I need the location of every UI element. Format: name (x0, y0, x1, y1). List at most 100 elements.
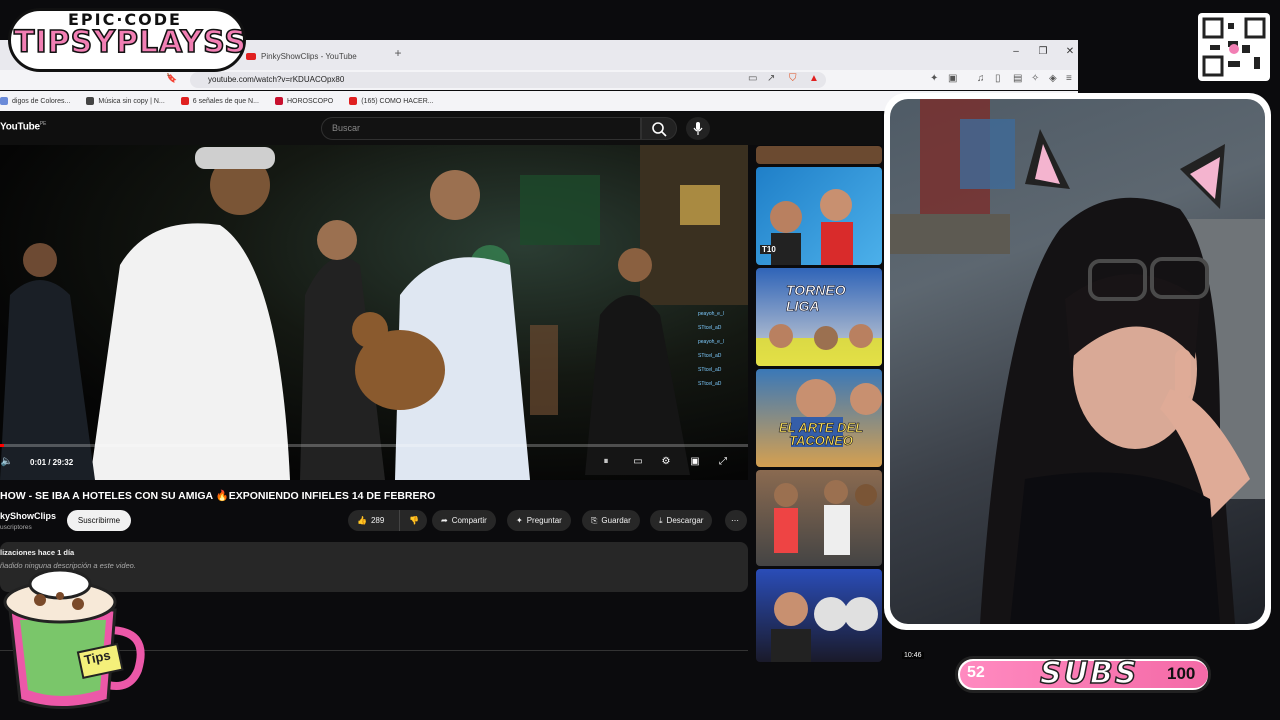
chat-username: peayoh_e_l (698, 339, 724, 345)
sidebar-icon[interactable]: ▯ (995, 73, 1001, 84)
download-label: Descargar (666, 516, 704, 525)
voice-search-button[interactable] (686, 117, 710, 140)
video-title: HOW - SE IBA A HOTELES CON SU AMIGA 🔥EXP… (0, 490, 436, 502)
video-time: 0:01 / 29:32 (30, 458, 74, 467)
bookmark-label: Música sin copy | N... (98, 97, 165, 105)
recommended-thumbnail[interactable]: EL ARTE DEL TACONEO (756, 369, 882, 467)
channel-subscribers: uscriptores (0, 524, 32, 531)
more-actions-button[interactable]: ⋯ (725, 510, 747, 531)
recommended-thumbnail[interactable] (756, 470, 882, 566)
close-icon[interactable]: ✕ (1059, 46, 1081, 64)
share-button[interactable]: ➦ Compartir (432, 510, 496, 531)
brave-shield-icon[interactable]: ⛉ (789, 73, 797, 84)
thumbnail-image (756, 324, 882, 366)
share-label: Compartir (451, 516, 487, 525)
more-dots-icon: ⋯ (731, 516, 739, 525)
youtube-logo-text: YouTube (0, 121, 40, 133)
video-progress-bar[interactable] (0, 444, 748, 447)
download-icon: ⤓ (659, 516, 663, 525)
thumbnail-label: TORNEO LIGA (786, 282, 846, 315)
bookmark-label: HOROSCOPO (286, 97, 334, 105)
video-player[interactable]: peayoh_e_l STtcel_aD peayoh_e_l STtcel_a… (0, 145, 748, 480)
share-icon[interactable]: ↗ (767, 73, 775, 84)
logo-main-text: TIPSYPLAYSS (13, 24, 247, 61)
save-button[interactable]: ⎘ Guardar (582, 510, 640, 531)
url-text: youtube.com/watch?v=rKDUACOpx80 (208, 75, 345, 84)
thumbnail-label: T10 (760, 245, 778, 254)
download-button[interactable]: ⤓ Descargar (650, 510, 713, 531)
maximize-icon[interactable]: ❐ (1032, 46, 1054, 64)
thumbnail-image (771, 592, 878, 662)
sparkle-icon: ✦ (516, 516, 523, 525)
autoplay-toggle-icon[interactable]: ⏸ (599, 456, 613, 470)
youtube-logo[interactable]: YouTubePE (0, 121, 46, 132)
bookmark-label: 6 señales de que N... (192, 97, 259, 105)
recommended-thumbnail[interactable]: T10 (756, 167, 882, 265)
recommended-thumbnail[interactable]: TORNEO LIGA (756, 268, 882, 366)
region-code: PE (39, 121, 47, 127)
cast-icon[interactable]: ▭ (748, 73, 757, 84)
tips-mug-mascot: Tips (0, 560, 150, 715)
mug-icon (3, 568, 145, 709)
thumbnail-image (774, 480, 877, 555)
bookmark-favicon-icon (180, 97, 189, 105)
settings-gear-icon[interactable]: ⚙ (659, 456, 673, 470)
webcam-feed (890, 99, 1265, 624)
bookmark-item[interactable]: (165) COMO HACER... (349, 97, 434, 105)
volume-icon[interactable]: 🔈 (0, 456, 14, 470)
fullscreen-icon[interactable]: ⤢ (716, 456, 730, 470)
url-field[interactable]: youtube.com/watch?v=rKDUACOpx80 (190, 72, 826, 88)
bookmark-favicon-icon (0, 97, 8, 105)
rewards-icon[interactable]: ▲ (809, 73, 819, 84)
streamer-camera-image (890, 99, 1265, 624)
stream-chat-overlay: peayoh_e_l STtcel_aD peayoh_e_l STtcel_a… (698, 307, 738, 437)
music-icon[interactable]: ♫ (977, 73, 985, 84)
wallet-icon[interactable]: ▤ (1013, 73, 1022, 84)
extensions-icon[interactable]: ✦ (930, 73, 938, 84)
chat-username: STtcel_aD (698, 381, 722, 387)
video-frame (0, 145, 748, 480)
bookmark-item[interactable]: 6 señales de que N... (180, 97, 259, 105)
tab-title: PinkyShowClips - YouTube (261, 51, 357, 61)
leo-icon[interactable]: ✧ (1031, 73, 1039, 84)
screenshot-icon[interactable]: ▣ (948, 73, 957, 84)
subscribe-button[interactable]: Suscribirme (67, 510, 131, 531)
new-tab-button[interactable]: + (390, 46, 406, 66)
dislike-button[interactable]: 👎 (399, 510, 427, 531)
vpn-icon[interactable]: ◈ (1049, 73, 1057, 84)
search-icon (652, 122, 667, 137)
chat-username: STtcel_aD (698, 325, 722, 331)
browser-tab[interactable]: PinkyShowClips - YouTube (240, 44, 390, 68)
chat-username: STtcel_aD (698, 367, 722, 373)
thumbs-down-icon: 👎 (409, 516, 419, 525)
thumbnail-label: EL ARTE DEL TACONEO (778, 420, 864, 448)
search-input[interactable]: Buscar (321, 117, 641, 140)
video-duration-badge: 10:46 (902, 652, 924, 659)
bookmark-icon[interactable]: 🔖 (166, 73, 178, 87)
bookmark-item[interactable]: digos de Colores... (0, 97, 70, 105)
ask-button[interactable]: ✦ Preguntar (507, 510, 571, 531)
chat-username: peayoh_e_l (698, 311, 724, 317)
recommended-thumbnail[interactable]: 10:46 (756, 569, 882, 662)
menu-icon[interactable]: ≡ (1066, 73, 1072, 84)
ask-label: Preguntar (526, 516, 562, 525)
channel-name[interactable]: kyShowClips (0, 511, 56, 521)
share-arrow-icon: ➦ (441, 516, 448, 525)
thumbs-up-icon: 👍 (357, 516, 367, 525)
search-button[interactable] (641, 117, 677, 140)
save-label: Guardar (601, 516, 631, 525)
like-count: 289 (370, 516, 385, 525)
like-button[interactable]: 👍 289 (348, 510, 399, 531)
microphone-icon (693, 122, 703, 135)
bookmark-favicon-icon (86, 97, 95, 105)
subtitles-icon[interactable]: ▭ (631, 456, 645, 470)
minimize-icon[interactable]: – (1005, 46, 1027, 64)
recommended-thumbnail[interactable] (756, 146, 882, 164)
theater-mode-icon[interactable]: ▣ (688, 456, 702, 470)
bookmark-favicon-icon (274, 97, 283, 105)
bookmark-item[interactable]: HOROSCOPO (274, 97, 334, 105)
bookmark-label: digos de Colores... (12, 97, 71, 105)
chat-username: STtcel_aD (698, 353, 722, 359)
thumbnail-image (791, 379, 882, 447)
bookmark-item[interactable]: Música sin copy | N... (86, 97, 165, 105)
